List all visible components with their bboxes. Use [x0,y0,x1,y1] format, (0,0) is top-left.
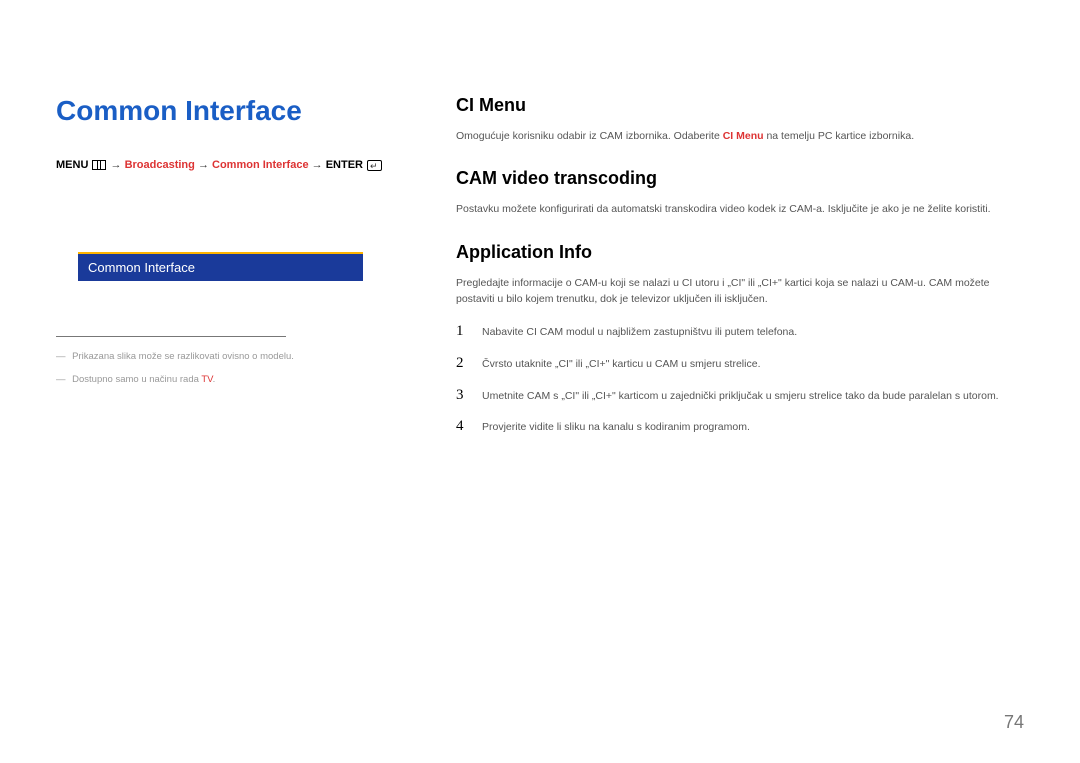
breadcrumb-item-broadcasting: Broadcasting [125,159,195,171]
footnote-1: ― Prikazana slika može se razlikovati ov… [56,349,406,364]
section-cam-transcoding-title: CAM video transcoding [456,168,1024,189]
list-item: 2 Čvrsto utaknite „CI" ili „CI+" karticu… [456,355,1024,373]
breadcrumb-menu-label: MENU [56,159,88,171]
step-number: 3 [456,387,468,404]
section-ci-menu-title: CI Menu [456,95,1024,116]
section-ci-menu-body: Omogućuje korisniku odabir iz CAM izborn… [456,128,1024,144]
section-cam-transcoding-body: Postavku možete konfigurirati da automat… [456,201,1024,217]
dash-icon: ― [56,374,66,385]
breadcrumb-arrow: → [312,159,323,171]
enter-icon [367,160,382,171]
step-text: Provjerite vidite li sliku na kanalu s k… [482,420,750,436]
breadcrumb-arrow: → [111,159,122,171]
step-number: 1 [456,323,468,340]
page-number: 74 [1004,712,1024,733]
menu-preview: Common Interface [78,252,363,281]
right-column: CI Menu Omogućuje korisniku odabir iz CA… [456,95,1024,450]
list-item: 4 Provjerite vidite li sliku na kanalu s… [456,418,1024,436]
steps-list: 1 Nabavite CI CAM modul u najbližem zast… [456,323,1024,436]
dash-icon: ― [56,351,66,362]
menu-header: Common Interface [78,252,363,281]
footnote-tv: TV [201,374,212,385]
section-app-info-body: Pregledajte informacije o CAM-u koji se … [456,275,1024,308]
step-text: Nabavite CI CAM modul u najbližem zastup… [482,325,797,341]
footnote-text: Dostupno samo u načinu rada [72,374,199,385]
footnote-2: ― Dostupno samo u načinu rada TV. [56,372,406,387]
step-number: 2 [456,355,468,372]
breadcrumb-item-common-interface: Common Interface [212,159,309,171]
step-text: Čvrsto utaknite „CI" ili „CI+" karticu u… [482,357,760,373]
breadcrumb-enter-label: ENTER [326,159,363,171]
divider [56,336,286,337]
document-page: Common Interface MENU → Broadcasting → C… [0,0,1080,490]
list-item: 1 Nabavite CI CAM modul u najbližem zast… [456,323,1024,341]
menu-breadcrumb: MENU → Broadcasting → Common Interface →… [56,157,406,174]
left-column: Common Interface MENU → Broadcasting → C… [56,95,406,450]
menu-icon [92,160,106,170]
step-text: Umetnite CAM s „CI" ili „CI+" karticom u… [482,389,999,405]
step-number: 4 [456,418,468,435]
list-item: 3 Umetnite CAM s „CI" ili „CI+" karticom… [456,387,1024,405]
page-title: Common Interface [56,95,406,127]
section-app-info-title: Application Info [456,242,1024,263]
footnote-text: Prikazana slika može se razlikovati ovis… [72,351,294,362]
breadcrumb-arrow: → [198,159,209,171]
